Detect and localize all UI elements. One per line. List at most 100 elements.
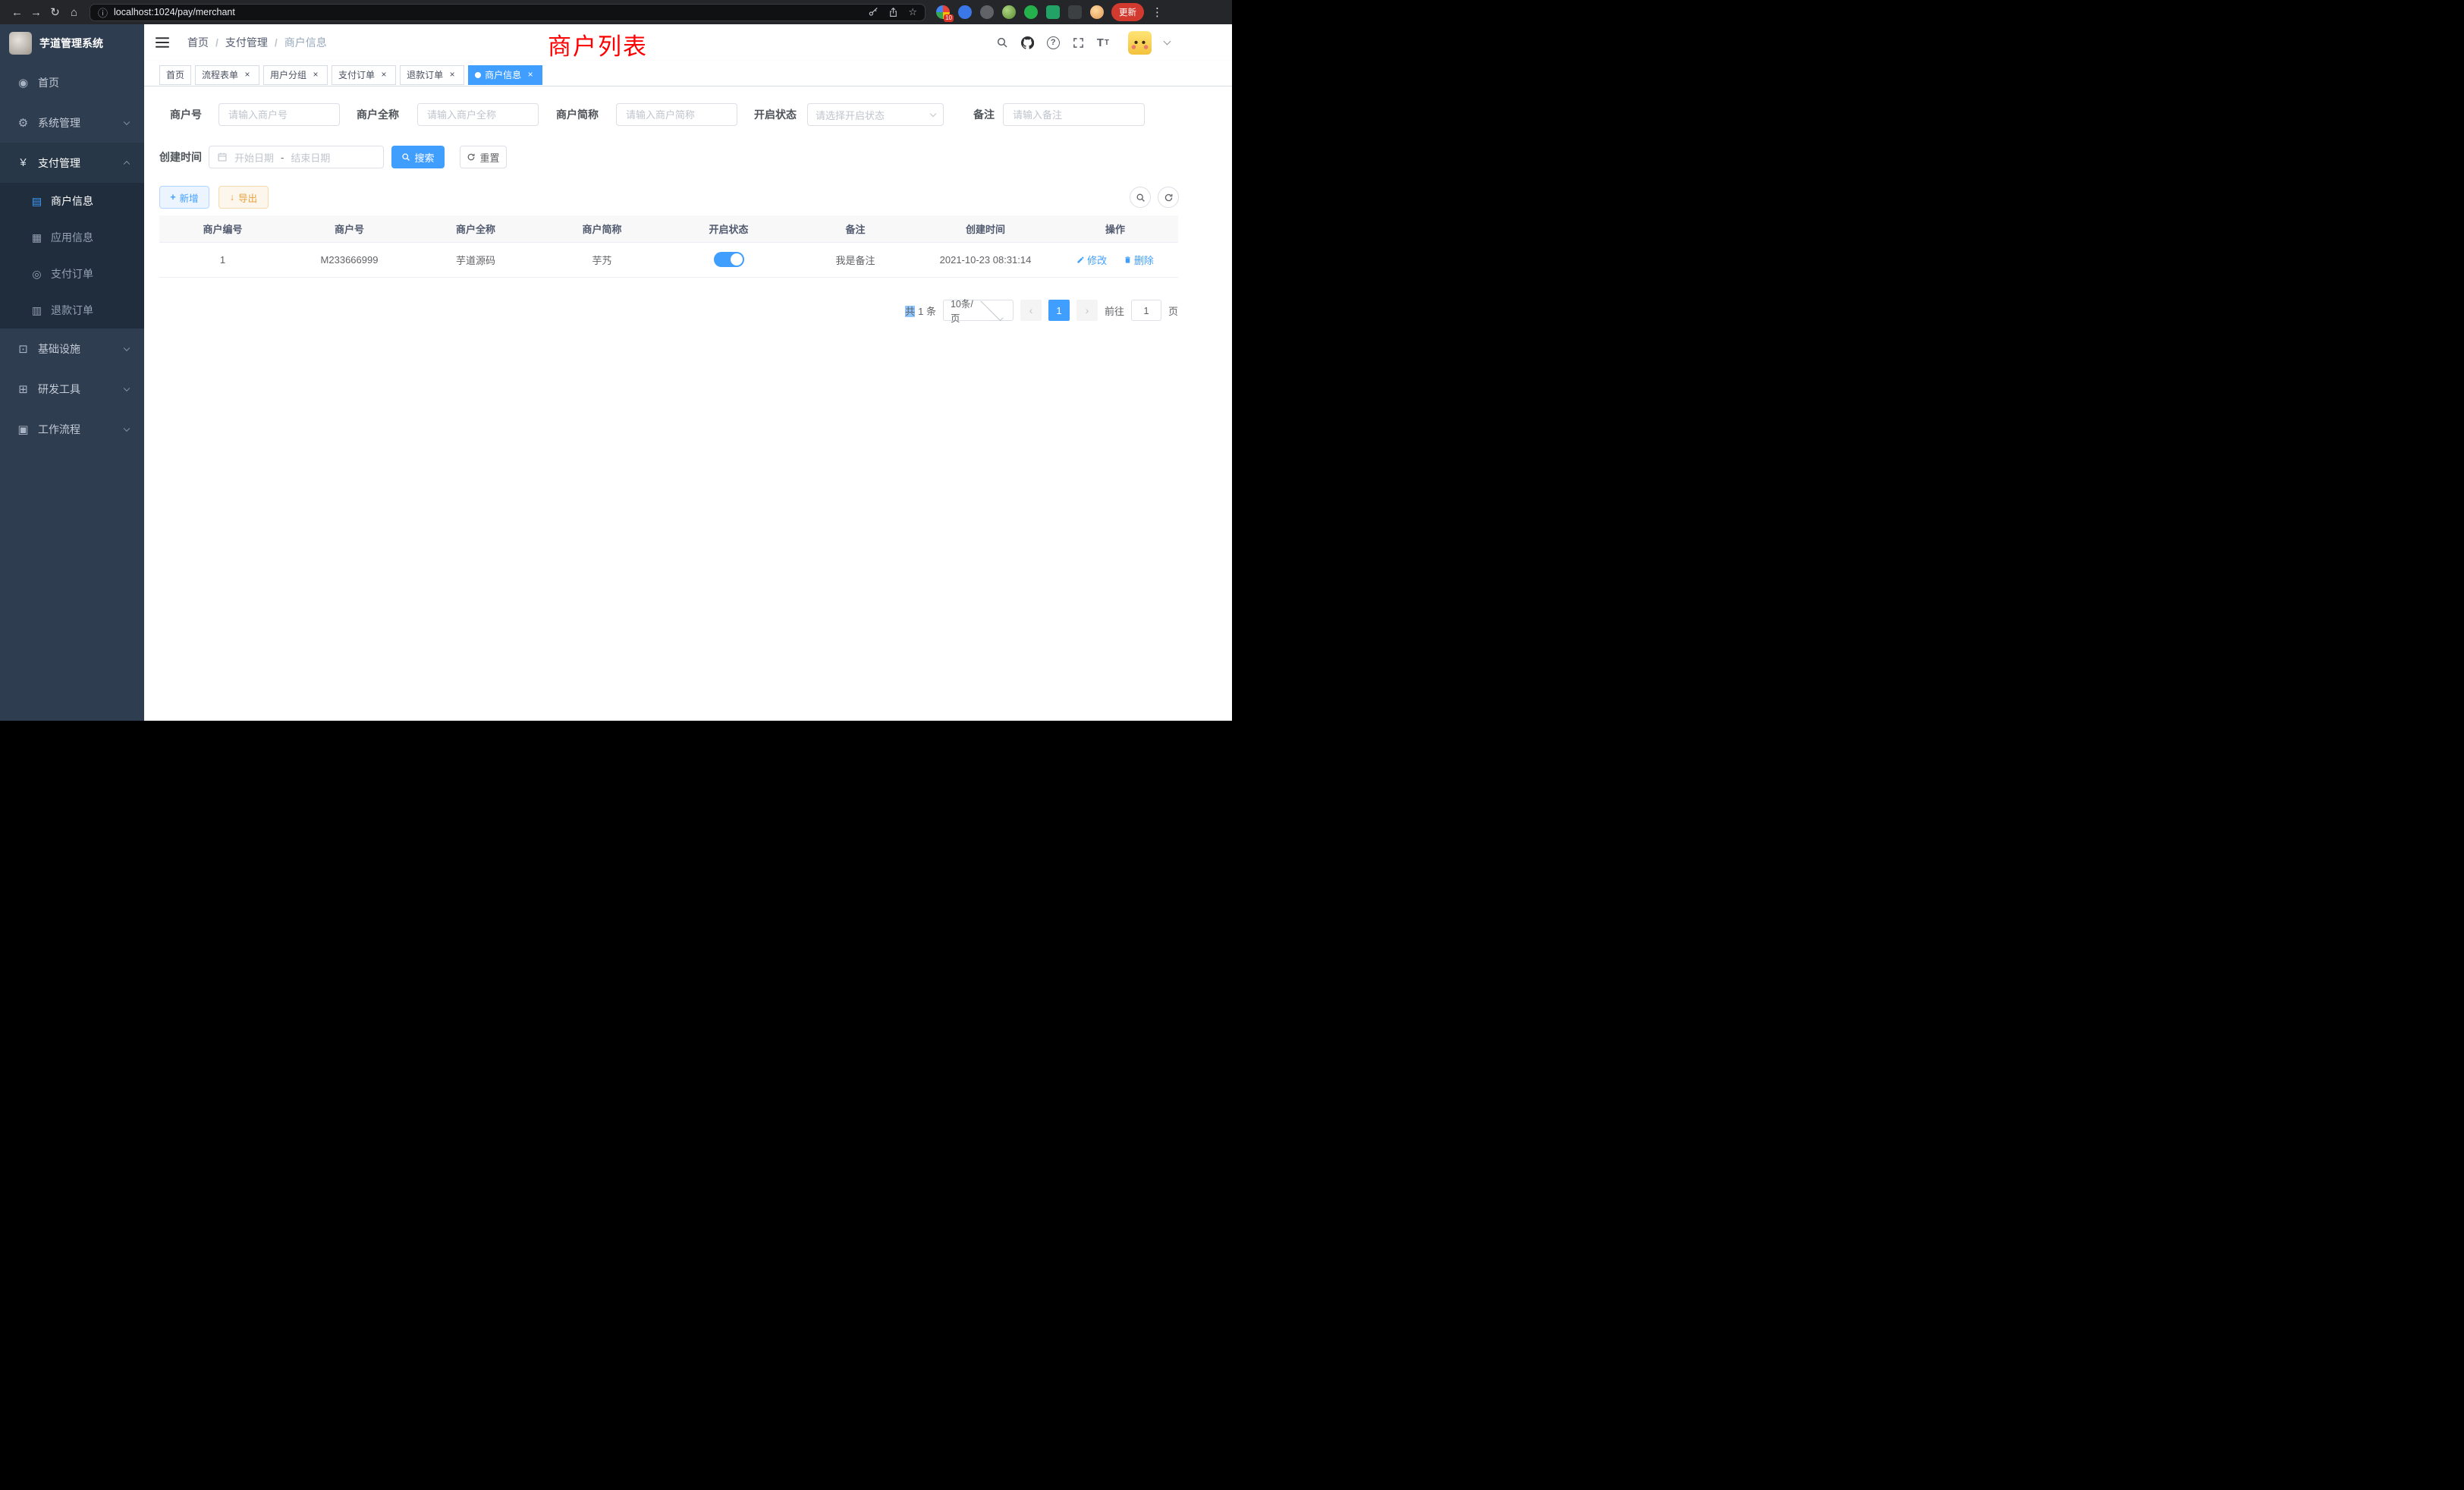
tab-process-form[interactable]: 流程表单×: [195, 65, 259, 85]
extensions-puzzle-icon[interactable]: 10: [936, 5, 950, 19]
extension-icon-green-circle[interactable]: [1024, 5, 1038, 19]
remark-input[interactable]: [1003, 103, 1145, 126]
sidebar-item-pay-order[interactable]: ◎ 支付订单: [0, 256, 144, 292]
close-icon[interactable]: ×: [379, 70, 389, 80]
next-page-button[interactable]: ›: [1076, 300, 1098, 321]
password-key-icon[interactable]: [868, 7, 878, 17]
extension-icon-avatar[interactable]: [1002, 5, 1016, 19]
profile-avatar-icon[interactable]: [1090, 5, 1104, 19]
hamburger-icon[interactable]: [156, 36, 169, 49]
prev-page-button[interactable]: ‹: [1020, 300, 1042, 321]
chevron-down-icon: [124, 344, 130, 350]
tab-label: 商户信息: [485, 68, 521, 81]
edit-link[interactable]: 修改: [1076, 253, 1107, 267]
chrome-menu-icon[interactable]: ⋮: [1152, 5, 1163, 19]
top-navbar: 首页 / 支付管理 / 商户信息 ?: [144, 24, 1232, 61]
breadcrumb-item[interactable]: 首页: [187, 35, 209, 50]
create-time-range[interactable]: 开始日期 - 结束日期: [209, 146, 384, 168]
user-avatar[interactable]: [1128, 31, 1152, 55]
create-time-label: 创建时间: [159, 146, 202, 168]
status-toggle[interactable]: [714, 252, 744, 267]
close-icon[interactable]: ×: [242, 70, 253, 80]
add-button[interactable]: + 新增: [159, 186, 209, 209]
url-host: localhost: [114, 7, 151, 17]
extension-icon-blue[interactable]: [958, 5, 972, 19]
page-size-value: 10条/页: [951, 296, 978, 325]
sidebar-item-home[interactable]: ◉ 首页: [0, 62, 144, 102]
add-button-label: 新增: [180, 190, 199, 205]
extension-icon-dark[interactable]: [1068, 5, 1082, 19]
forward-button[interactable]: →: [27, 3, 46, 22]
extension-icon-gray[interactable]: [980, 5, 994, 19]
remark-label: 备注: [973, 103, 995, 126]
question-mark: ?: [1051, 38, 1056, 47]
breadcrumb-item[interactable]: 支付管理: [225, 35, 268, 50]
chrome-update-button[interactable]: 更新: [1111, 3, 1144, 21]
pay-order-icon: ◎: [30, 268, 43, 281]
bookmark-star-icon[interactable]: ☆: [908, 6, 917, 18]
sidebar-item-devtools[interactable]: ⊞ 研发工具: [0, 369, 144, 409]
payment-submenu: ▤ 商户信息 ▦ 应用信息 ◎ 支付订单 ▥ 退款订单: [0, 183, 144, 328]
tab-merchant-info[interactable]: 商户信息 ×: [468, 65, 542, 85]
logo-title: 芋道管理系统: [39, 36, 103, 51]
close-icon[interactable]: ×: [310, 70, 321, 80]
sidebar-item-refund-order[interactable]: ▥ 退款订单: [0, 292, 144, 328]
sidebar-item-label: 商户信息: [51, 193, 93, 209]
site-info-icon[interactable]: ⓘ: [98, 5, 108, 20]
font-size-icon[interactable]: TT: [1097, 36, 1109, 49]
cell-merchant-no: M233666999: [286, 242, 413, 277]
tab-refund-order[interactable]: 退款订单×: [400, 65, 464, 85]
tab-home[interactable]: 首页: [159, 65, 191, 85]
fullscreen-icon[interactable]: [1073, 37, 1084, 49]
share-icon[interactable]: [888, 7, 898, 17]
merchant-no-input[interactable]: [218, 103, 340, 126]
export-button-label: 导出: [238, 190, 257, 205]
search-icon[interactable]: [996, 36, 1008, 49]
toggle-search-button[interactable]: [1130, 187, 1151, 208]
logo[interactable]: 芋道管理系统: [0, 24, 144, 62]
sidebar-item-system[interactable]: ⚙ 系统管理: [0, 102, 144, 143]
cell-create-time: 2021-10-23 08:31:14: [919, 242, 1052, 277]
close-icon[interactable]: ×: [525, 70, 536, 80]
status-select[interactable]: 请选择开启状态: [807, 103, 944, 126]
goto-page-input[interactable]: [1131, 300, 1161, 321]
sidebar-item-merchant-info[interactable]: ▤ 商户信息: [0, 183, 144, 219]
tab-user-group[interactable]: 用户分组×: [263, 65, 328, 85]
sidebar-item-label: 工作流程: [38, 422, 80, 437]
github-icon[interactable]: [1021, 36, 1034, 49]
col-short-name: 商户简称: [539, 215, 665, 242]
date-start-placeholder: 开始日期: [234, 150, 274, 165]
export-button[interactable]: ↓ 导出: [218, 186, 269, 209]
delete-link[interactable]: 删除: [1124, 253, 1154, 267]
address-bar[interactable]: ⓘ localhost:1024/pay/merchant ☆: [90, 4, 926, 21]
back-button[interactable]: ←: [8, 3, 27, 22]
sidebar-item-infra[interactable]: ⊡ 基础设施: [0, 328, 144, 369]
reset-button[interactable]: 重置: [460, 146, 507, 168]
sidebar-item-label: 退款订单: [51, 303, 93, 318]
navbar-actions: ? TT: [996, 24, 1170, 61]
gear-icon: ⚙: [17, 116, 30, 130]
refresh-table-button[interactable]: [1158, 187, 1179, 208]
total-prefix: 共: [905, 306, 915, 317]
chevron-down-icon[interactable]: [1164, 38, 1171, 46]
sidebar-item-workflow[interactable]: ▣ 工作流程: [0, 409, 144, 449]
full-name-input[interactable]: [417, 103, 539, 126]
search-button[interactable]: 搜索: [391, 146, 445, 168]
page-size-select[interactable]: 10条/页: [943, 300, 1014, 321]
total-count: 共1 条: [905, 303, 936, 318]
tab-pay-order[interactable]: 支付订单×: [332, 65, 396, 85]
close-icon[interactable]: ×: [447, 70, 457, 80]
sidebar-menu: ◉ 首页 ⚙ 系统管理 ¥ 支付管理 ▤ 商户信息: [0, 62, 144, 449]
short-name-input[interactable]: [616, 103, 737, 126]
extension-icon-green-square[interactable]: [1046, 5, 1060, 19]
page-1-button[interactable]: 1: [1048, 300, 1070, 321]
sidebar-item-app-info[interactable]: ▦ 应用信息: [0, 219, 144, 256]
chevron-down-icon: [124, 118, 130, 124]
help-icon[interactable]: ?: [1047, 36, 1060, 49]
sidebar-item-payment[interactable]: ¥ 支付管理: [0, 143, 144, 183]
reload-button[interactable]: ↻: [46, 3, 64, 22]
home-button[interactable]: ⌂: [64, 3, 83, 22]
url-text: localhost:1024/pay/merchant: [114, 7, 858, 17]
calendar-icon: [217, 152, 228, 162]
search-icon: [1136, 193, 1146, 203]
